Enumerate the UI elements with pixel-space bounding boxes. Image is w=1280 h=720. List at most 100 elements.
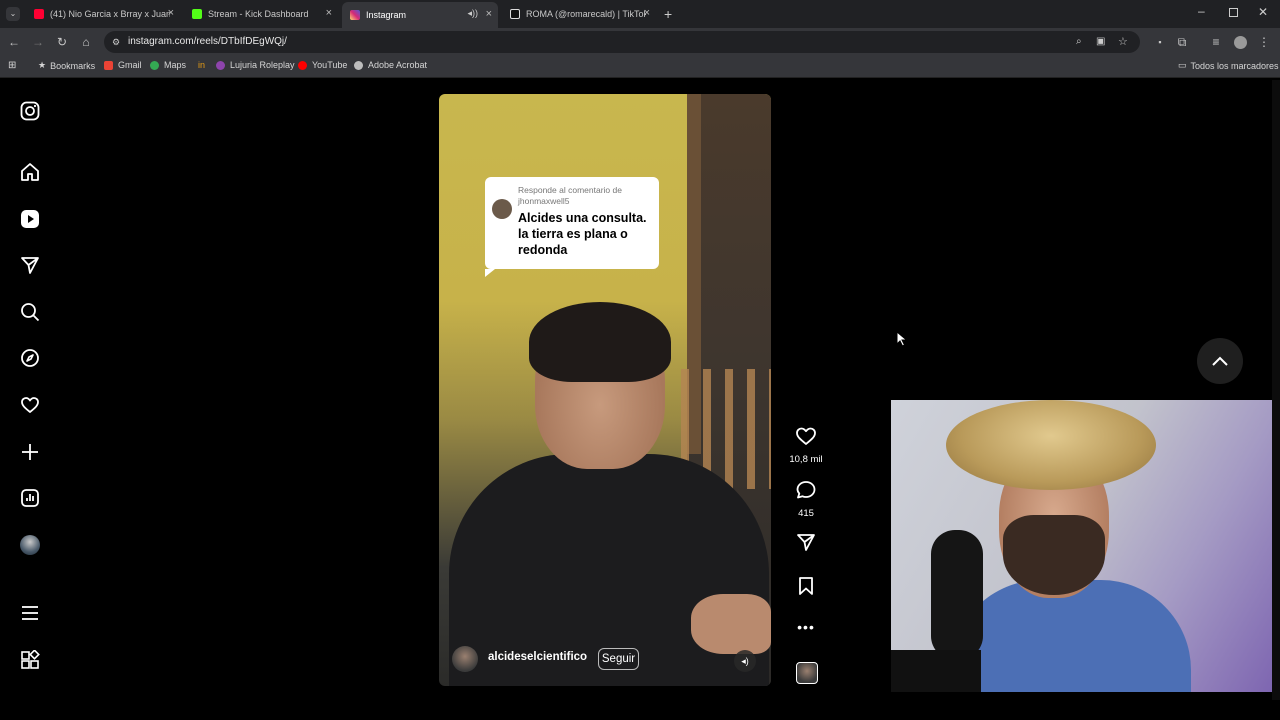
audio-thumbnail[interactable] (796, 662, 818, 684)
audio-playing-icon[interactable]: ◂)) (467, 8, 478, 19)
profile-icon[interactable] (1232, 34, 1248, 50)
webcam-person (1003, 515, 1105, 595)
tab-youtube[interactable]: (41) Nio Garcia x Brray x Juanka × (26, 4, 180, 24)
author-username[interactable]: alcideselcientifico (488, 651, 587, 663)
chevron-up-icon (1212, 356, 1228, 366)
follow-button[interactable]: Seguir (598, 648, 639, 670)
reels-icon[interactable] (18, 207, 42, 231)
all-bookmarks[interactable]: ▭ Todos los marcadores (1178, 60, 1279, 71)
kick-favicon-icon (192, 9, 202, 19)
tab-search-button[interactable]: ⌄ (6, 7, 20, 21)
webcam-person (951, 580, 1191, 692)
zoom-icon[interactable]: ⌕ (1076, 31, 1082, 53)
extensions-puzzle-icon[interactable]: ⧉ (1174, 34, 1190, 50)
star-icon: ★ (38, 60, 47, 70)
also-from-meta-icon[interactable] (18, 648, 42, 672)
reply-header: Responde al comentario de jhonmaxwell5 (518, 185, 622, 206)
all-bookmarks-label: Todos los marcadores (1190, 60, 1279, 71)
page-scrollbar[interactable] (1272, 80, 1280, 700)
apps-grid-icon[interactable]: ⊞ (8, 60, 16, 71)
close-window-button[interactable]: ✕ (1258, 5, 1268, 19)
comment-icon[interactable] (795, 480, 817, 500)
tab-strip: ⌄ (41) Nio Garcia x Brray x Juanka × Str… (0, 0, 1280, 28)
previous-reel-button[interactable] (1197, 338, 1243, 384)
bookmark-maps[interactable]: Maps (150, 60, 186, 70)
messages-icon[interactable] (18, 253, 42, 277)
home-icon[interactable] (18, 160, 42, 184)
bookmark-star-icon[interactable]: ☆ (1118, 31, 1128, 53)
like-action: 10,8 mil (788, 426, 824, 465)
bookmark-bookmarks[interactable]: ★ Bookmarks (38, 60, 95, 71)
gmail-icon (104, 60, 113, 70)
forward-icon[interactable]: → (30, 34, 46, 50)
extension-icon[interactable]: ▪ (1152, 34, 1168, 50)
tab-title: Stream - Kick Dashboard (208, 9, 309, 19)
bookmark-lujuria[interactable]: Lujuria Roleplay (216, 60, 295, 70)
url-text: instagram.com/reels/DTbIfDEgWQj/ (128, 36, 287, 47)
reload-icon[interactable]: ↻ (54, 34, 70, 50)
bookmark-label: Maps (164, 60, 187, 70)
close-tab-icon[interactable]: × (644, 7, 650, 19)
search-icon[interactable] (18, 300, 42, 324)
author-avatar[interactable] (452, 646, 478, 672)
tab-title: (41) Nio Garcia x Brray x Juanka (50, 9, 170, 19)
video-person (529, 302, 671, 382)
home-button-icon[interactable]: ⌂ (78, 34, 94, 50)
new-tab-button[interactable]: + (664, 6, 672, 22)
lujuria-icon (216, 60, 225, 70)
tiktok-favicon-icon (510, 9, 520, 19)
comment-action: 415 (788, 480, 824, 519)
comment-count: 415 (798, 508, 814, 519)
create-icon[interactable] (18, 440, 42, 464)
more-options-icon[interactable]: ••• (788, 619, 824, 635)
mute-toggle-icon[interactable]: ◂) (734, 650, 756, 672)
close-tab-icon[interactable]: × (168, 7, 174, 19)
tab-kick[interactable]: Stream - Kick Dashboard × (184, 4, 338, 24)
dashboard-icon[interactable] (18, 486, 42, 510)
bookmark-label: Lujuria Roleplay (230, 60, 295, 70)
install-app-icon[interactable]: ▣ (1096, 31, 1105, 53)
bookmark-label: Bookmarks (50, 60, 96, 71)
folder-icon: ▭ (1178, 60, 1187, 70)
back-icon[interactable]: ← (6, 34, 22, 50)
webcam-overlay (891, 400, 1280, 692)
commenter-avatar (492, 199, 512, 219)
youtube-favicon-icon (34, 9, 44, 19)
notifications-icon[interactable] (18, 393, 42, 417)
instagram-favicon-icon (350, 10, 360, 20)
video-person (691, 594, 771, 654)
bookmark-icon[interactable] (795, 576, 817, 596)
restore-button[interactable] (1229, 8, 1238, 17)
tab-tiktok[interactable]: ROMA (@romarecald) | TikTok × (502, 4, 656, 24)
reply-comment-text: Alcides una consulta. la tierra es plana… (518, 211, 647, 257)
bookmarks-bar: ⊞ ★ Bookmarks Gmail Maps in Lujuria Rolep… (0, 56, 1280, 78)
like-count: 10,8 mil (789, 454, 823, 465)
browser-menu-icon[interactable]: ⋮ (1256, 34, 1272, 50)
webcam-mic-arm (891, 650, 981, 692)
close-tab-icon[interactable]: × (326, 7, 332, 19)
tab-title: ROMA (@romarecald) | TikTok (526, 9, 646, 19)
explore-icon[interactable] (18, 346, 42, 370)
mouse-cursor-icon (896, 331, 908, 347)
site-info-icon[interactable]: ⚙ (112, 31, 120, 53)
share-action (788, 532, 824, 557)
bookmark-in[interactable]: in (198, 60, 205, 70)
bookmark-gmail[interactable]: Gmail (104, 60, 142, 70)
heart-icon[interactable] (795, 426, 817, 446)
tab-instagram[interactable]: Instagram ◂)) × (342, 2, 498, 28)
share-icon[interactable] (795, 532, 817, 552)
bookmark-adobe[interactable]: Adobe Acrobat (354, 60, 427, 70)
instagram-logo-icon[interactable] (18, 99, 42, 123)
media-controls-icon[interactable]: ≡ (1208, 34, 1224, 50)
bookmark-label: in (198, 60, 206, 70)
youtube-icon (298, 60, 307, 70)
close-tab-icon[interactable]: × (486, 8, 492, 20)
browser-toolbar: ← → ↻ ⌂ ⚙ instagram.com/reels/DTbIfDEgWQ… (0, 28, 1280, 56)
bookmark-youtube[interactable]: YouTube (298, 60, 347, 70)
save-action (788, 576, 824, 601)
more-menu-icon[interactable] (18, 601, 42, 625)
profile-avatar[interactable] (18, 533, 42, 557)
minimize-button[interactable]: – (1198, 4, 1205, 18)
webcam-person (946, 400, 1156, 490)
address-bar[interactable]: ⚙ instagram.com/reels/DTbIfDEgWQj/ ⌕ ▣ ☆ (104, 31, 1140, 53)
